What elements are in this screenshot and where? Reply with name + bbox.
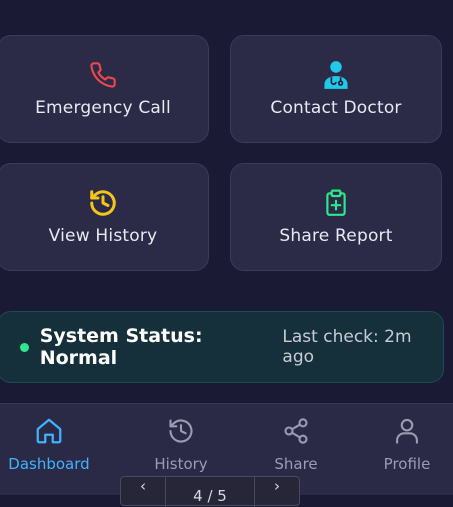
emergency-call-label: Emergency Call <box>35 98 171 118</box>
share-report-button[interactable]: Share Report <box>230 163 442 271</box>
system-status-banner: System Status: Normal Last check: 2m ago <box>0 311 444 383</box>
status-indicator-dot <box>20 342 29 352</box>
status-title: System Status: Normal <box>39 325 203 369</box>
nav-label-history: History <box>154 455 208 473</box>
doctor-icon <box>321 60 351 90</box>
share-icon <box>280 415 312 447</box>
view-history-label: View History <box>48 226 158 246</box>
nav-item-profile[interactable]: Profile <box>352 404 453 484</box>
contact-doctor-label: Contact Doctor <box>270 98 402 118</box>
view-history-button[interactable]: View History <box>0 163 209 271</box>
last-check-text: Last check: 2m ago <box>282 327 412 367</box>
page-pager: ‹ 4 / 5 › <box>120 476 300 507</box>
user-icon <box>391 415 423 447</box>
nav-label-profile: Profile <box>383 455 431 473</box>
prev-page-button[interactable]: ‹ <box>121 477 165 507</box>
home-icon <box>33 415 65 447</box>
nav-item-dashboard[interactable]: Dashboard <box>0 404 104 484</box>
page-number: 4 / 5 <box>193 487 227 505</box>
emergency-call-button[interactable]: Emergency Call <box>0 35 209 143</box>
next-page-button[interactable]: › <box>255 477 299 507</box>
share-report-label: Share Report <box>279 226 393 246</box>
clipboard-plus-icon <box>321 188 351 218</box>
nav-item-share[interactable]: Share <box>241 404 351 484</box>
history-icon <box>165 415 197 447</box>
contact-doctor-button[interactable]: Contact Doctor <box>230 35 442 143</box>
history-icon <box>88 188 118 218</box>
nav-label-share: Share <box>274 455 318 473</box>
nav-label-dashboard: Dashboard <box>8 455 90 473</box>
phone-icon <box>88 60 118 90</box>
nav-item-history[interactable]: History <box>126 404 236 484</box>
